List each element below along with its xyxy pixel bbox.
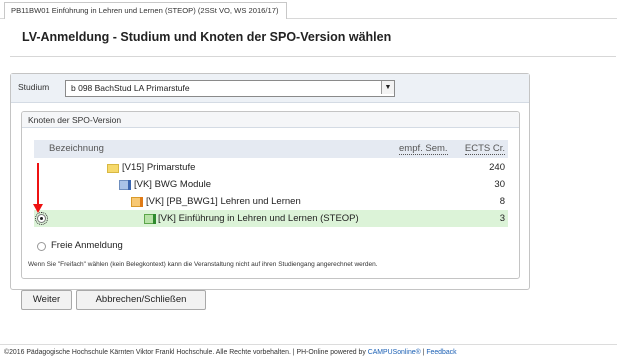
column-header-empf-sem: empf. Sem. bbox=[399, 143, 448, 155]
chevron-down-icon[interactable]: ▼ bbox=[381, 81, 394, 94]
abbrechen-button[interactable]: Abbrechen/Schließen bbox=[76, 290, 206, 310]
studium-label: Studium bbox=[18, 82, 50, 92]
title-divider bbox=[10, 56, 616, 57]
feedback-link[interactable]: Feedback bbox=[426, 349, 456, 356]
weiter-button[interactable]: Weiter bbox=[21, 290, 72, 310]
node-label: [VK] [PB_BWG1] Lehren und Lernen bbox=[146, 196, 301, 207]
footer-text: ©2016 Pädagogische Hochschule Kärnten Vi… bbox=[4, 349, 368, 356]
table-row-selected[interactable]: [VK] Einführung in Lehren und Lernen (ST… bbox=[34, 210, 508, 227]
studium-selected-value: b 098 BachStud LA Primarstufe bbox=[71, 83, 190, 93]
page-title: LV-Anmeldung - Studium und Knoten der SP… bbox=[22, 30, 392, 44]
module-icon bbox=[144, 214, 156, 224]
module-icon bbox=[119, 180, 131, 190]
ects-value: 240 bbox=[489, 162, 505, 173]
studium-row: Studium b 098 BachStud LA Primarstufe ▼ bbox=[11, 74, 529, 103]
tab-bar: PB11BW01 Einführung in Lehren und Lernen… bbox=[0, 0, 617, 19]
freie-anmeldung-radio[interactable] bbox=[37, 242, 46, 251]
registration-panel: Studium b 098 BachStud LA Primarstufe ▼ … bbox=[10, 73, 530, 310]
knoten-header: Knoten der SPO-Version bbox=[22, 112, 519, 128]
column-header-bezeichnung: Bezeichnung bbox=[49, 143, 104, 154]
module-icon bbox=[131, 197, 143, 207]
tab-course[interactable]: PB11BW01 Einführung in Lehren und Lernen… bbox=[4, 2, 288, 19]
ects-value: 30 bbox=[494, 179, 505, 190]
red-arrow-annotation bbox=[33, 158, 45, 218]
node-label: [VK] BWG Module bbox=[134, 179, 212, 190]
table-header: Bezeichnung empf. Sem. ECTS Cr. bbox=[34, 140, 508, 158]
ects-value: 3 bbox=[499, 213, 505, 224]
ects-value: 8 bbox=[499, 196, 505, 207]
node-label: [V15] Primarstufe bbox=[122, 162, 196, 173]
table-row: [V15] Primarstufe 240 bbox=[34, 159, 508, 176]
studium-select[interactable]: b 098 BachStud LA Primarstufe ▼ bbox=[65, 80, 395, 97]
knoten-title: Knoten der SPO-Version bbox=[28, 115, 122, 125]
freie-anmeldung-label[interactable]: Freie Anmeldung bbox=[51, 240, 123, 251]
campusonline-link[interactable]: CAMPUSonline® bbox=[368, 349, 421, 356]
node-label: [VK] Einführung in Lehren und Lernen (ST… bbox=[158, 213, 359, 224]
knoten-panel: Knoten der SPO-Version Bezeichnung empf.… bbox=[21, 111, 520, 279]
folder-icon bbox=[107, 164, 119, 173]
hinweis-text: Wenn Sie "Freifach" wählen (kein Belegko… bbox=[28, 261, 378, 268]
table-row: [VK] [PB_BWG1] Lehren und Lernen 8 bbox=[34, 193, 508, 210]
footer: ©2016 Pädagogische Hochschule Kärnten Vi… bbox=[4, 349, 457, 356]
footer-divider bbox=[0, 344, 617, 345]
arrow-down-icon bbox=[33, 204, 43, 213]
column-header-ects: ECTS Cr. bbox=[464, 143, 505, 155]
table-row: [VK] BWG Module 30 bbox=[34, 176, 508, 193]
arrow-line bbox=[37, 163, 39, 205]
